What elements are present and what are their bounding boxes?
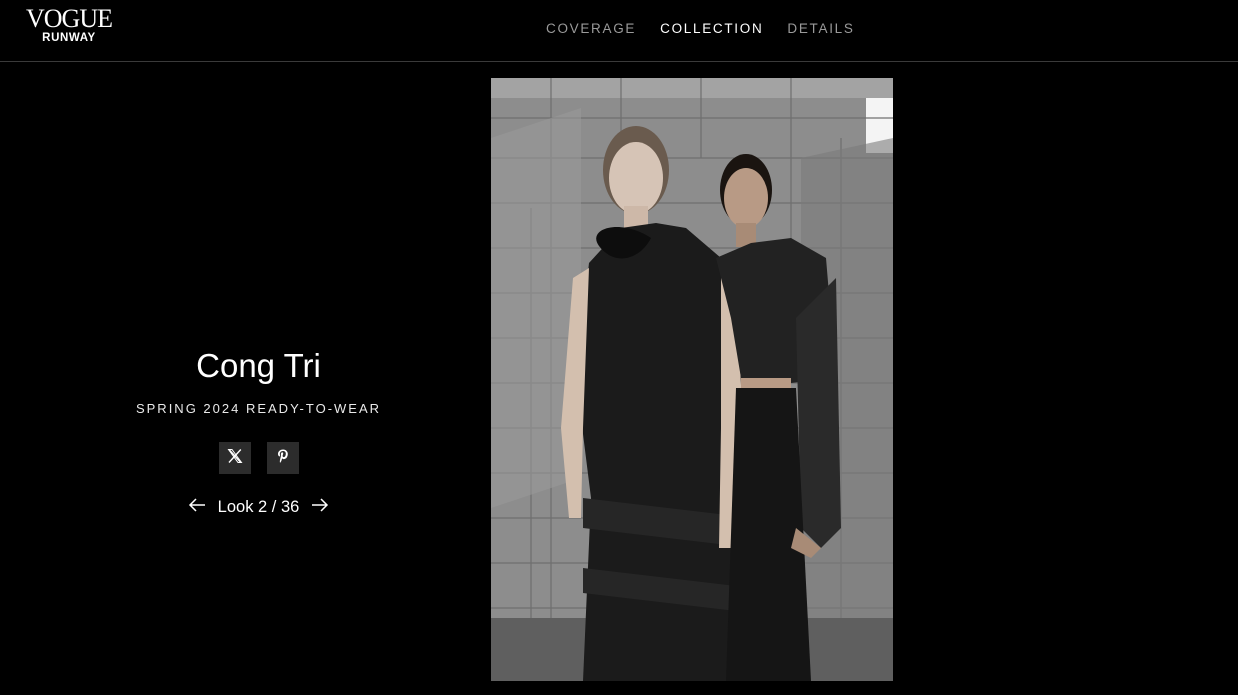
look-info-panel: Cong Tri SPRING 2024 READY-TO-WEAR Look …: [0, 346, 517, 517]
top-bar: VOGUE RUNWAY COVERAGE COLLECTION DETAILS: [0, 0, 1238, 62]
pinterest-icon: [275, 448, 291, 469]
look-counter: Look 2 / 36: [217, 497, 300, 516]
logo-wordmark: VOGUE: [26, 4, 113, 33]
section-nav: COVERAGE COLLECTION DETAILS: [546, 21, 855, 36]
arrow-left-icon: [187, 497, 207, 518]
nav-tab-collection[interactable]: COLLECTION: [660, 21, 763, 36]
season-label: SPRING 2024 READY-TO-WEAR: [135, 401, 382, 416]
share-buttons: [0, 442, 517, 474]
share-x-button[interactable]: [218, 442, 251, 474]
arrow-right-icon: [310, 497, 330, 518]
share-pinterest-button[interactable]: [266, 442, 299, 474]
next-look-button[interactable]: [309, 497, 331, 517]
designer-name: Cong Tri: [196, 347, 321, 384]
x-icon: [227, 448, 243, 469]
look-photo[interactable]: [491, 78, 893, 681]
nav-tab-coverage[interactable]: COVERAGE: [546, 21, 636, 36]
nav-tab-details[interactable]: DETAILS: [787, 21, 854, 36]
vogue-runway-logo[interactable]: VOGUE RUNWAY: [26, 4, 113, 45]
look-pager: Look 2 / 36: [0, 497, 517, 517]
logo-subtitle: RUNWAY: [42, 32, 96, 44]
look-photo-illustration: [491, 78, 893, 681]
previous-look-button[interactable]: [186, 497, 208, 517]
